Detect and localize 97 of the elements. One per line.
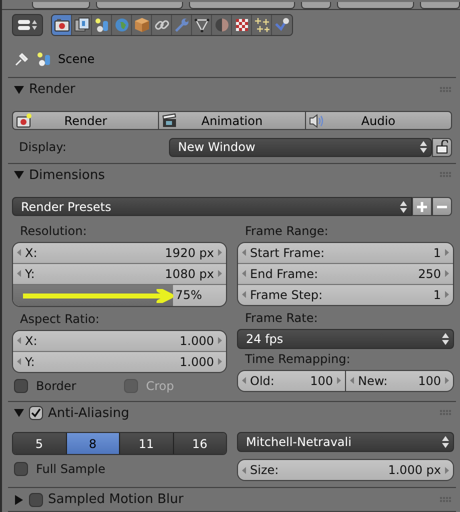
decrement-arrow-icon[interactable] <box>17 270 21 278</box>
up-down-arrows-icon <box>442 436 449 448</box>
decrement-arrow-icon[interactable] <box>242 270 246 278</box>
panel-title[interactable]: Render <box>29 82 76 98</box>
properties-tab[interactable] <box>252 14 272 35</box>
properties-tab[interactable] <box>52 14 72 35</box>
expand-triangle-icon[interactable] <box>14 494 24 505</box>
properties-tab[interactable] <box>232 14 252 35</box>
checkbox[interactable] <box>29 406 43 420</box>
scene-objects-icon <box>94 16 110 33</box>
checkbox[interactable] <box>14 378 28 393</box>
increment-arrow-icon[interactable] <box>218 337 222 344</box>
wrench-icon <box>174 16 190 33</box>
percentage-slider[interactable]: 75% <box>13 284 226 306</box>
increment-arrow-icon[interactable] <box>445 466 449 474</box>
globe-icon <box>114 16 130 33</box>
clapperboard-icon <box>162 113 178 130</box>
speaker-icon <box>308 113 325 130</box>
drag-grip-icon[interactable] <box>440 86 452 93</box>
decrement-arrow-icon[interactable] <box>242 249 246 256</box>
checkbox[interactable] <box>14 462 28 476</box>
checkbox-label: Border <box>36 378 76 393</box>
checker-texture-icon <box>234 16 250 33</box>
lock-button[interactable] <box>432 138 452 157</box>
panel-title[interactable]: Dimensions <box>29 168 105 183</box>
sample-count-button[interactable]: 5 <box>13 433 66 454</box>
up-down-arrows-icon <box>420 141 427 154</box>
filter-dropdown[interactable]: Mitchell-Netravali <box>237 432 454 452</box>
properties-tab[interactable] <box>192 14 212 35</box>
increment-arrow-icon[interactable] <box>218 249 222 256</box>
render-action-button[interactable]: Animation <box>158 111 305 130</box>
checkbox-label: Crop <box>146 378 174 393</box>
decrement-arrow-icon[interactable] <box>242 291 246 298</box>
number-field[interactable]: End Frame: 250 <box>238 262 453 284</box>
number-field[interactable]: Y: 1080 px <box>13 262 226 284</box>
image-stack-icon <box>74 16 90 33</box>
number-field[interactable]: X: 1920 px <box>13 242 226 263</box>
number-field[interactable]: X: 1.000 <box>13 330 226 351</box>
padlock-icon <box>436 140 448 154</box>
presets-dropdown[interactable]: Render Presets <box>12 197 412 216</box>
scene-objects-icon <box>36 50 52 67</box>
checkbox-label: Full Sample <box>36 462 106 476</box>
drag-grip-icon[interactable] <box>440 410 452 416</box>
remove-preset-button[interactable] <box>432 197 452 216</box>
increment-arrow-icon[interactable] <box>445 249 449 256</box>
bouncing-ball-icon <box>274 16 290 33</box>
decrement-arrow-icon[interactable] <box>17 249 21 256</box>
up-down-arrows-icon <box>400 200 407 213</box>
section-label: Frame Rate: <box>244 310 319 327</box>
section-label: Resolution: <box>19 223 88 240</box>
add-preset-button[interactable] <box>412 197 432 216</box>
display-dropdown[interactable]: New Window <box>169 138 432 157</box>
properties-tab[interactable] <box>72 14 92 35</box>
decrement-arrow-icon[interactable] <box>17 337 21 344</box>
frame-rate-dropdown[interactable]: 24 fps <box>237 328 454 349</box>
increment-arrow-icon[interactable] <box>445 270 449 278</box>
properties-tab[interactable] <box>92 14 112 35</box>
drag-grip-icon[interactable] <box>440 172 452 178</box>
context-label: Scene <box>58 52 95 66</box>
section-label: Frame Range: <box>244 223 330 240</box>
number-field[interactable]: Frame Step: 1 <box>238 284 453 305</box>
toggle-switches-icon <box>18 18 38 31</box>
render-camera-icon <box>16 113 32 130</box>
increment-arrow-icon[interactable] <box>445 291 449 298</box>
sparkles-icon <box>254 16 270 33</box>
triangle-mesh-icon <box>194 16 210 33</box>
section-label: Aspect Ratio: <box>19 311 100 328</box>
panel-title[interactable]: Anti-Aliasing <box>48 406 130 421</box>
field-label: Display: <box>18 140 68 154</box>
increment-arrow-icon[interactable] <box>218 358 222 366</box>
material-sphere-icon <box>214 16 230 33</box>
sample-count-button[interactable]: 11 <box>119 433 172 454</box>
decrement-arrow-icon[interactable] <box>242 466 246 474</box>
sample-count-button[interactable]: 8 <box>66 433 119 454</box>
checkbox[interactable] <box>29 492 43 507</box>
increment-arrow-icon[interactable] <box>218 270 222 278</box>
number-field[interactable]: Start Frame: 1 <box>238 242 453 263</box>
panel-title[interactable]: Sampled Motion Blur <box>48 492 184 508</box>
section-label: Time Remapping: <box>244 351 352 368</box>
collapse-triangle-icon[interactable] <box>14 84 24 95</box>
properties-tab[interactable] <box>132 14 152 35</box>
editor-type-button[interactable] <box>12 14 43 36</box>
collapse-triangle-icon[interactable] <box>14 408 24 418</box>
properties-tab[interactable] <box>152 14 172 35</box>
render-action-button[interactable]: Render <box>12 111 158 130</box>
drag-grip-icon[interactable] <box>440 496 452 503</box>
decrement-arrow-icon[interactable] <box>17 358 21 366</box>
camera-icon <box>54 16 70 33</box>
plus-icon <box>416 200 428 213</box>
properties-tab[interactable] <box>272 14 292 35</box>
up-down-arrows-icon <box>442 332 449 345</box>
cube-icon <box>134 16 150 33</box>
render-action-button[interactable]: Audio <box>304 111 452 130</box>
collapse-triangle-icon[interactable] <box>14 170 24 180</box>
sample-count-button[interactable]: 16 <box>172 433 226 454</box>
number-field[interactable]: Y: 1.000 <box>13 350 226 372</box>
number-field[interactable]: Size: 1.000 px <box>238 460 453 480</box>
